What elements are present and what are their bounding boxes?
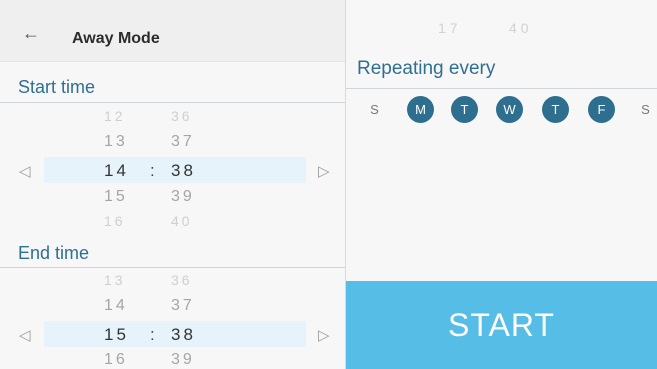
minute-option[interactable]: 36 [171,108,193,124]
chevron-left-icon[interactable]: ◁ [19,326,31,344]
app-bar: ← Away Mode [0,0,345,62]
divider [0,267,345,268]
hour-option[interactable]: 15 [104,188,128,206]
minute-option[interactable]: 37 [171,133,195,151]
repeating-every-label: Repeating every [357,58,496,79]
hour-option[interactable]: 17 [438,20,462,36]
minute-option[interactable]: 39 [171,351,195,369]
minute-option[interactable]: 40 [171,213,193,229]
minute-selected[interactable]: 38 [171,325,196,345]
chevron-right-icon[interactable]: ▷ [318,326,330,344]
chevron-left-icon[interactable]: ◁ [19,162,31,180]
day-toggle-sunday[interactable]: S [361,96,388,123]
right-screen: 17 40 Repeating every S M T W T F S STAR… [346,0,657,369]
hour-option[interactable]: 14 [104,297,128,315]
day-toggle-wednesday[interactable]: W [496,96,523,123]
time-separator: : [150,161,155,180]
day-toggle-saturday[interactable]: S [632,96,657,123]
day-toggle-friday[interactable]: F [588,96,615,123]
minute-option[interactable]: 39 [171,188,195,206]
divider [0,102,345,103]
start-button[interactable]: START [346,281,657,369]
minute-option[interactable]: 37 [171,297,195,315]
day-toggle-thursday[interactable]: T [542,96,569,123]
hour-option[interactable]: 13 [104,133,128,151]
day-toggle-tuesday[interactable]: T [451,96,478,123]
hour-selected[interactable]: 15 [104,325,129,345]
end-time-label: End time [18,243,90,263]
hour-selected[interactable]: 14 [104,161,129,181]
start-time-label: Start time [18,77,96,97]
page-title: Away Mode [72,30,160,47]
divider [346,88,657,89]
hour-option[interactable]: 16 [104,213,126,229]
minute-option[interactable]: 40 [509,20,533,36]
chevron-right-icon[interactable]: ▷ [318,162,330,180]
hour-option[interactable]: 12 [104,108,126,124]
arrow-left-icon[interactable]: ← [22,24,40,42]
day-toggle-monday[interactable]: M [407,96,434,123]
hour-option[interactable]: 16 [104,351,128,369]
hour-option[interactable]: 13 [104,272,126,288]
minute-selected[interactable]: 38 [171,161,196,181]
minute-option[interactable]: 36 [171,272,193,288]
time-separator: : [150,325,155,344]
left-screen: ← Away Mode Start time ◁ ▷ 12 36 13 37 1… [0,0,345,369]
